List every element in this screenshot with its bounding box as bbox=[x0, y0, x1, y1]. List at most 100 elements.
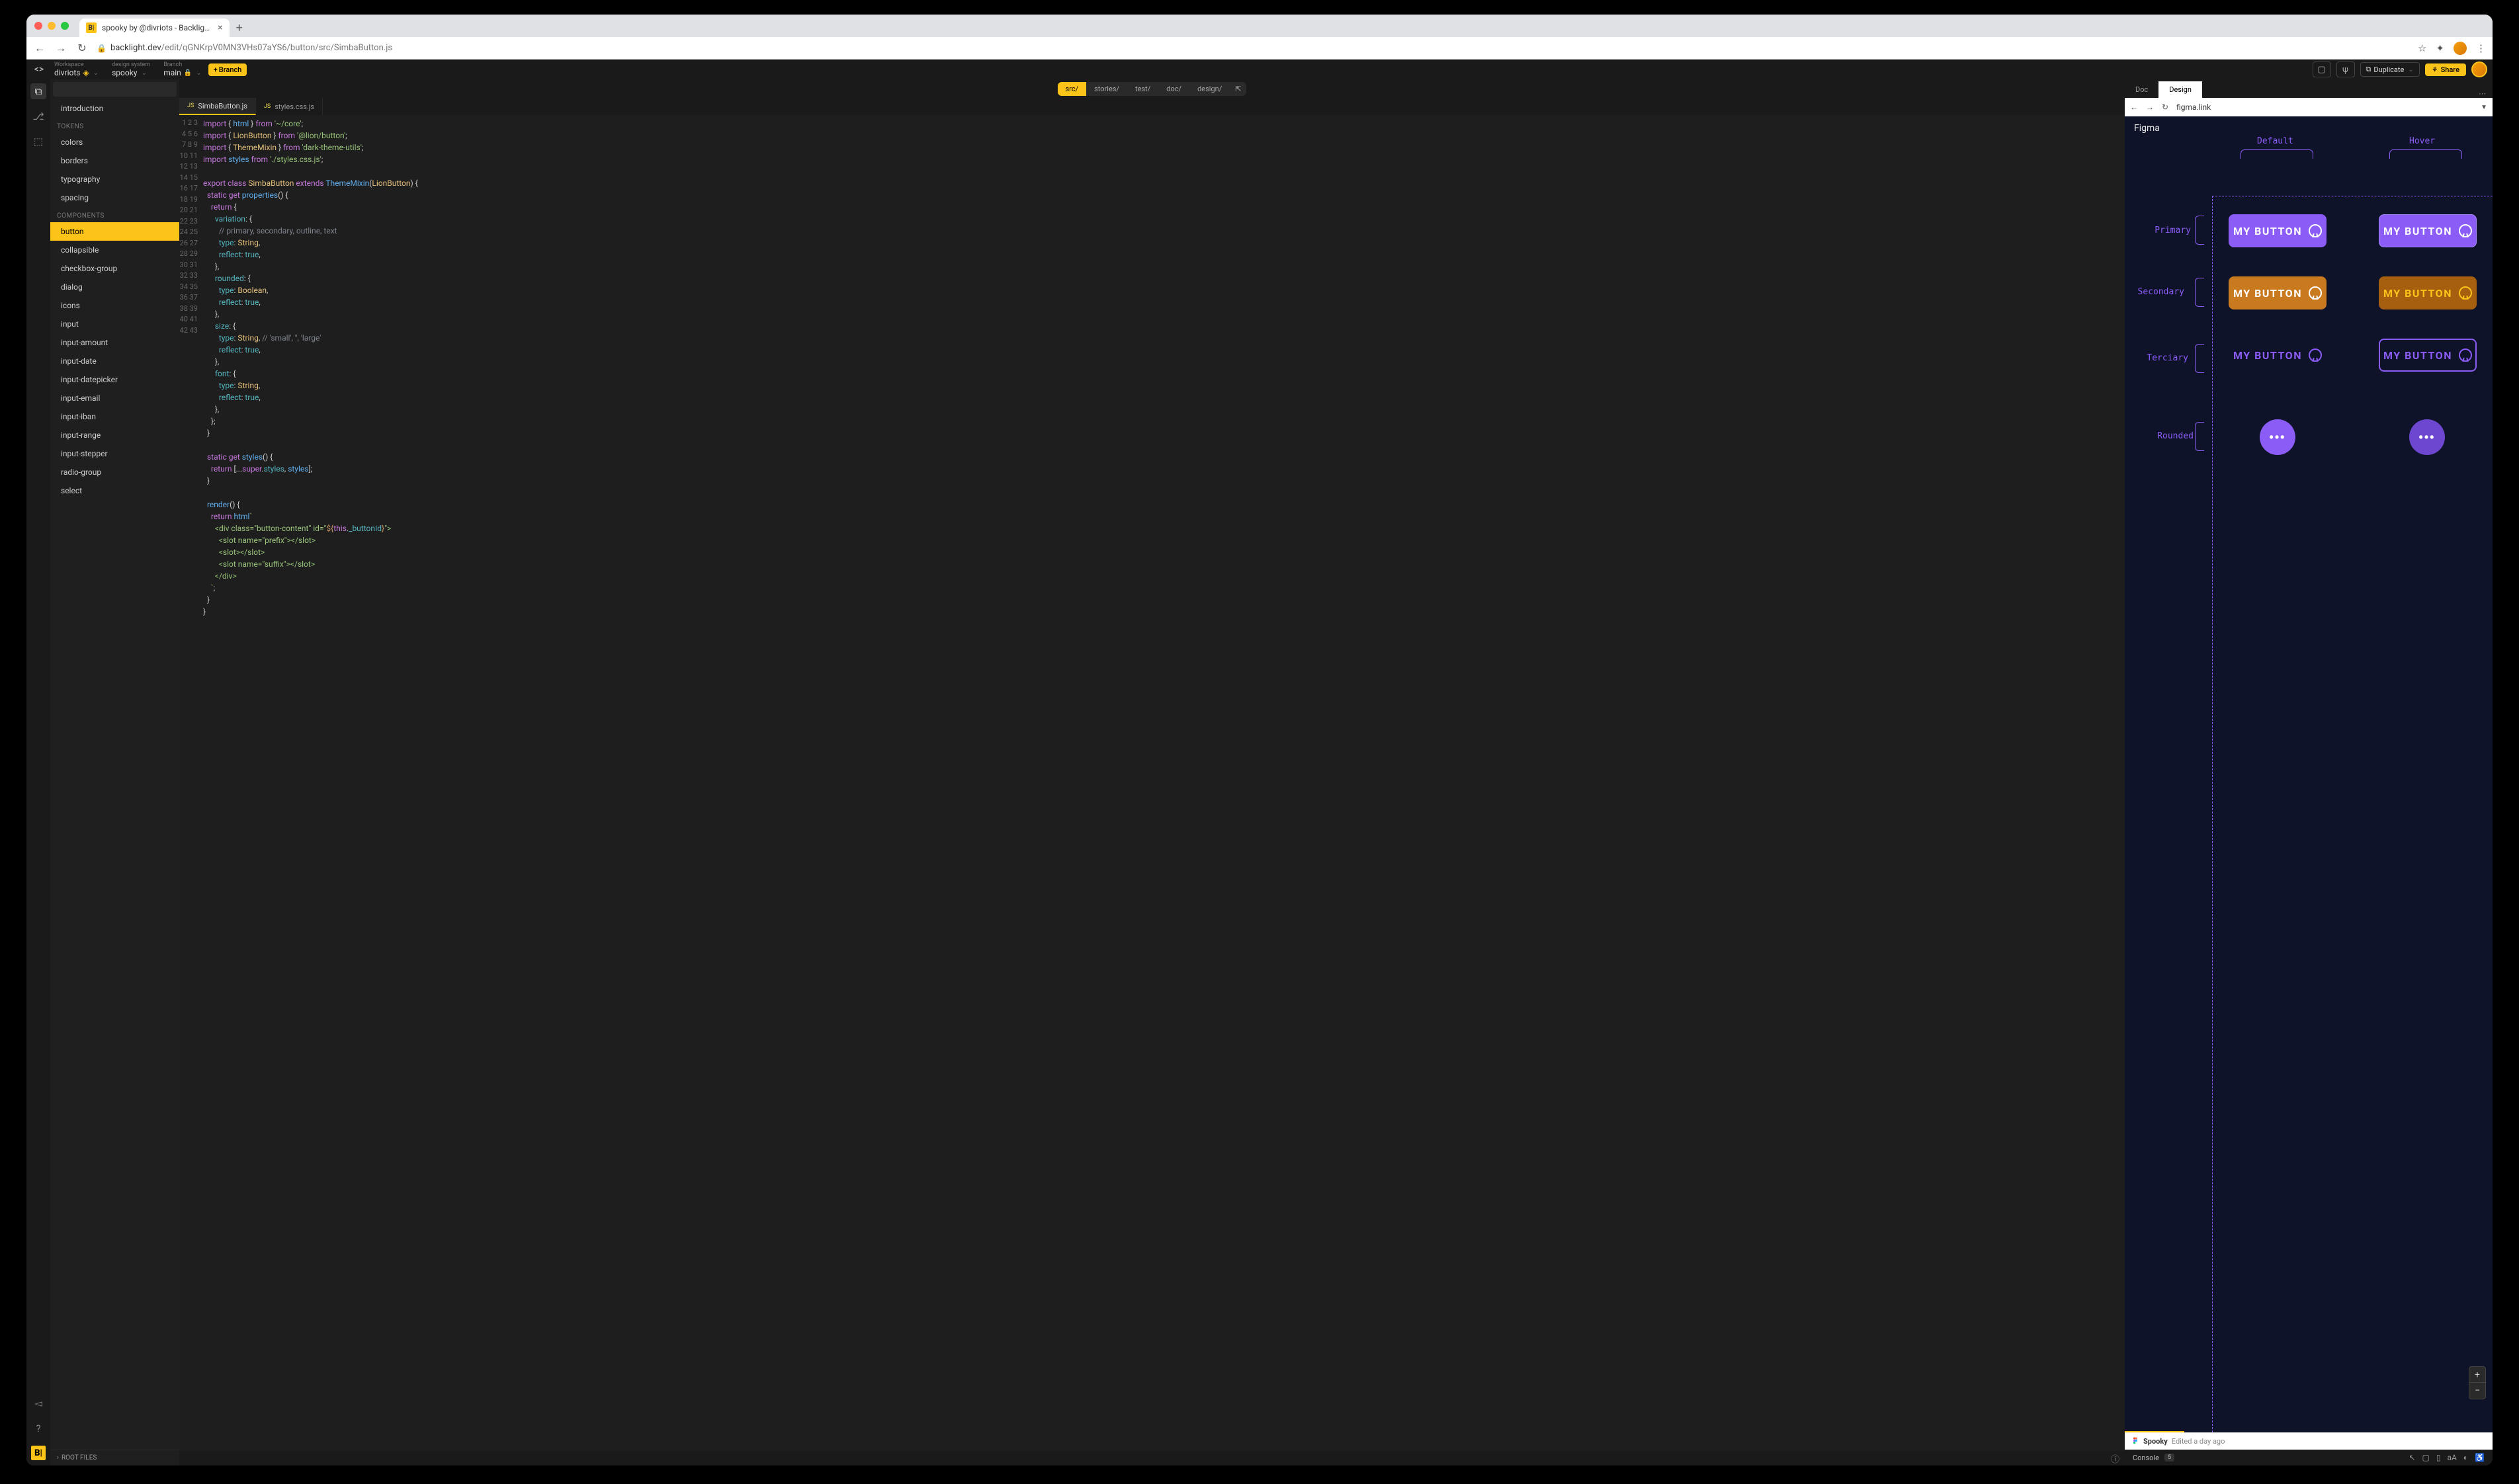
new-branch-button[interactable]: +Branch bbox=[208, 63, 247, 76]
sidebar-item-typography[interactable]: typography bbox=[50, 170, 179, 188]
more-icon[interactable]: ⋯ bbox=[2472, 89, 2493, 98]
root-files-toggle[interactable]: ›ROOT FILES bbox=[50, 1450, 179, 1465]
sidebar-item-input-email[interactable]: input-email bbox=[50, 389, 179, 407]
branch-selector[interactable]: Branch main🔒⌄ bbox=[157, 62, 208, 77]
figma-logo-icon bbox=[2131, 1437, 2139, 1445]
sidebar-item-input-stepper[interactable]: input-stepper bbox=[50, 444, 179, 463]
figma-edit-time: Edited a day ago bbox=[2172, 1437, 2225, 1446]
nav-back-icon[interactable]: ← bbox=[33, 42, 46, 55]
traffic-max[interactable] bbox=[61, 22, 69, 30]
code-editor[interactable]: 1 2 3 4 5 6 7 8 9 10 11 12 13 14 15 16 1… bbox=[179, 115, 2125, 1451]
sidebar-item-borders[interactable]: borders bbox=[50, 151, 179, 170]
sidebar-search[interactable] bbox=[53, 82, 177, 97]
file-tab[interactable]: JSSimbaButton.js bbox=[179, 98, 256, 115]
chevron-down-icon: ⌄ bbox=[141, 69, 146, 77]
tab-design[interactable]: Design bbox=[2158, 81, 2202, 98]
path-tab[interactable]: doc/ bbox=[1158, 82, 1189, 96]
sidebar-item-select[interactable]: select bbox=[50, 481, 179, 500]
sidebar-item-input-range[interactable]: input-range bbox=[50, 426, 179, 444]
antenna-icon[interactable]: ψ bbox=[2336, 62, 2355, 77]
device-icon[interactable]: ▢ bbox=[2313, 62, 2331, 77]
announce-icon[interactable]: ◅ bbox=[30, 1395, 46, 1411]
nav-reload-icon[interactable]: ↻ bbox=[2162, 103, 2168, 112]
sidebar-item-button[interactable]: button bbox=[50, 222, 179, 241]
console-bar[interactable]: Console 5 ↖ ▢ ▯ aA ◐ ♿ bbox=[2125, 1450, 2493, 1465]
info-icon[interactable]: ⓘ bbox=[2111, 1452, 2119, 1465]
traffic-close[interactable] bbox=[34, 22, 42, 30]
mobile-icon[interactable]: ▯ bbox=[2436, 1453, 2441, 1462]
user-avatar[interactable] bbox=[2471, 62, 2487, 77]
file-tab[interactable]: JSstyles.css.js bbox=[256, 98, 323, 115]
git-icon[interactable]: ⎇ bbox=[30, 108, 46, 124]
path-tab[interactable]: src/ bbox=[1058, 82, 1087, 96]
figma-info-bar: Spooky Edited a day ago bbox=[2125, 1432, 2493, 1450]
sidebar-item-icons[interactable]: icons bbox=[50, 296, 179, 315]
sidebar-item-input-iban[interactable]: input-iban bbox=[50, 407, 179, 426]
close-tab-icon[interactable]: × bbox=[218, 22, 222, 33]
browser-tab[interactable]: B| spooky by @divriots - Backlig… × bbox=[79, 19, 230, 37]
share-label: Share bbox=[2441, 65, 2459, 74]
path-tab[interactable]: stories/ bbox=[1086, 82, 1127, 96]
new-tab-icon[interactable]: + bbox=[236, 21, 243, 35]
row-label-rounded: Rounded bbox=[2141, 431, 2194, 441]
demo-button-primary-default: MY BUTTON bbox=[2229, 214, 2327, 247]
ds-value: spooky bbox=[112, 68, 137, 77]
sidebar-item-input-datepicker[interactable]: input-datepicker bbox=[50, 370, 179, 389]
path-tabs: src/stories/test/doc/design/⇱ bbox=[1058, 82, 1247, 96]
workspace-selector[interactable]: Workspace divriots◈⌄ bbox=[48, 62, 105, 77]
sidebar-item-colors[interactable]: colors bbox=[50, 133, 179, 151]
row-label-primary: Primary bbox=[2138, 226, 2191, 235]
preview-pane: Doc Design ⋯ ← → ↻ figma.link ▼ Figma De… bbox=[2125, 79, 2493, 1465]
pointer-icon[interactable]: ↖ bbox=[2409, 1453, 2415, 1462]
path-tab[interactable]: test/ bbox=[1127, 82, 1158, 96]
figma-canvas[interactable]: Figma Default Hover Primary MY BUTTON MY… bbox=[2125, 116, 2493, 1432]
sidebar-item-introduction[interactable]: introduction bbox=[50, 99, 179, 118]
kebab-icon[interactable]: ⋮ bbox=[2476, 42, 2486, 54]
tab-doc[interactable]: Doc bbox=[2125, 81, 2158, 98]
path-tab[interactable]: design/ bbox=[1189, 82, 1230, 96]
sidebar-item-input-amount[interactable]: input-amount bbox=[50, 333, 179, 352]
sidebar-item-input[interactable]: input bbox=[50, 315, 179, 333]
zoom-in-button[interactable]: + bbox=[2469, 1367, 2485, 1383]
workspace-value: divriots bbox=[54, 68, 80, 77]
workspace-label: Workspace bbox=[54, 62, 99, 68]
help-icon[interactable]: ? bbox=[30, 1421, 46, 1436]
nav-back-icon[interactable]: ← bbox=[2130, 103, 2138, 112]
sidebar-item-input-date[interactable]: input-date bbox=[50, 352, 179, 370]
preview-url[interactable]: figma.link bbox=[2176, 103, 2473, 112]
url-display[interactable]: 🔒 backlight.dev/edit/qGNKrpV0MN3VHs07aYS… bbox=[97, 43, 2410, 53]
accessibility-icon[interactable]: ♿ bbox=[2475, 1453, 2485, 1462]
nav-fwd-icon[interactable]: → bbox=[54, 42, 67, 55]
text-size-icon[interactable]: aA bbox=[2447, 1453, 2456, 1462]
logo-icon[interactable]: B| bbox=[31, 1446, 46, 1460]
ghost-icon bbox=[2309, 224, 2322, 237]
extensions-icon[interactable]: ✦ bbox=[2436, 42, 2444, 54]
branch-button-label: Branch bbox=[219, 65, 242, 74]
sidebar-item-radio-group[interactable]: radio-group bbox=[50, 463, 179, 481]
figma-file-name: Spooky bbox=[2143, 1437, 2168, 1446]
design-system-selector[interactable]: design system spooky⌄ bbox=[105, 62, 157, 77]
contrast-icon[interactable]: ◐ bbox=[2463, 1453, 2468, 1462]
sidebar-item-collapsible[interactable]: collapsible bbox=[50, 241, 179, 259]
chevron-down-icon[interactable]: ▼ bbox=[2481, 104, 2487, 111]
code-icon[interactable]: <> bbox=[32, 62, 46, 77]
profile-avatar[interactable] bbox=[2454, 42, 2467, 55]
star-icon[interactable]: ☆ bbox=[2418, 42, 2426, 54]
demo-button-secondary-default: MY BUTTON bbox=[2229, 276, 2327, 309]
duplicate-button[interactable]: ⧉Duplicate⌄ bbox=[2360, 62, 2420, 77]
zoom-out-button[interactable]: − bbox=[2469, 1383, 2485, 1399]
screen-icon[interactable]: ▢ bbox=[2422, 1453, 2429, 1462]
traffic-min[interactable] bbox=[48, 22, 56, 30]
expand-icon[interactable]: ⇱ bbox=[1230, 82, 1246, 96]
demo-button-terciary-default: MY BUTTON bbox=[2229, 339, 2327, 372]
sidebar-item-spacing[interactable]: spacing bbox=[50, 188, 179, 207]
files-icon[interactable]: ⧉ bbox=[30, 83, 46, 99]
nav-reload-icon[interactable]: ↻ bbox=[75, 42, 89, 54]
package-icon[interactable]: ⬚ bbox=[30, 134, 46, 149]
sidebar-item-dialog[interactable]: dialog bbox=[50, 278, 179, 296]
editor-footer: ⓘ bbox=[179, 1451, 2125, 1465]
sidebar-header-tokens: TOKENS bbox=[50, 118, 179, 133]
share-button[interactable]: ⚘Share bbox=[2425, 63, 2466, 76]
sidebar-item-checkbox-group[interactable]: checkbox-group bbox=[50, 259, 179, 278]
nav-fwd-icon[interactable]: → bbox=[2146, 103, 2154, 112]
